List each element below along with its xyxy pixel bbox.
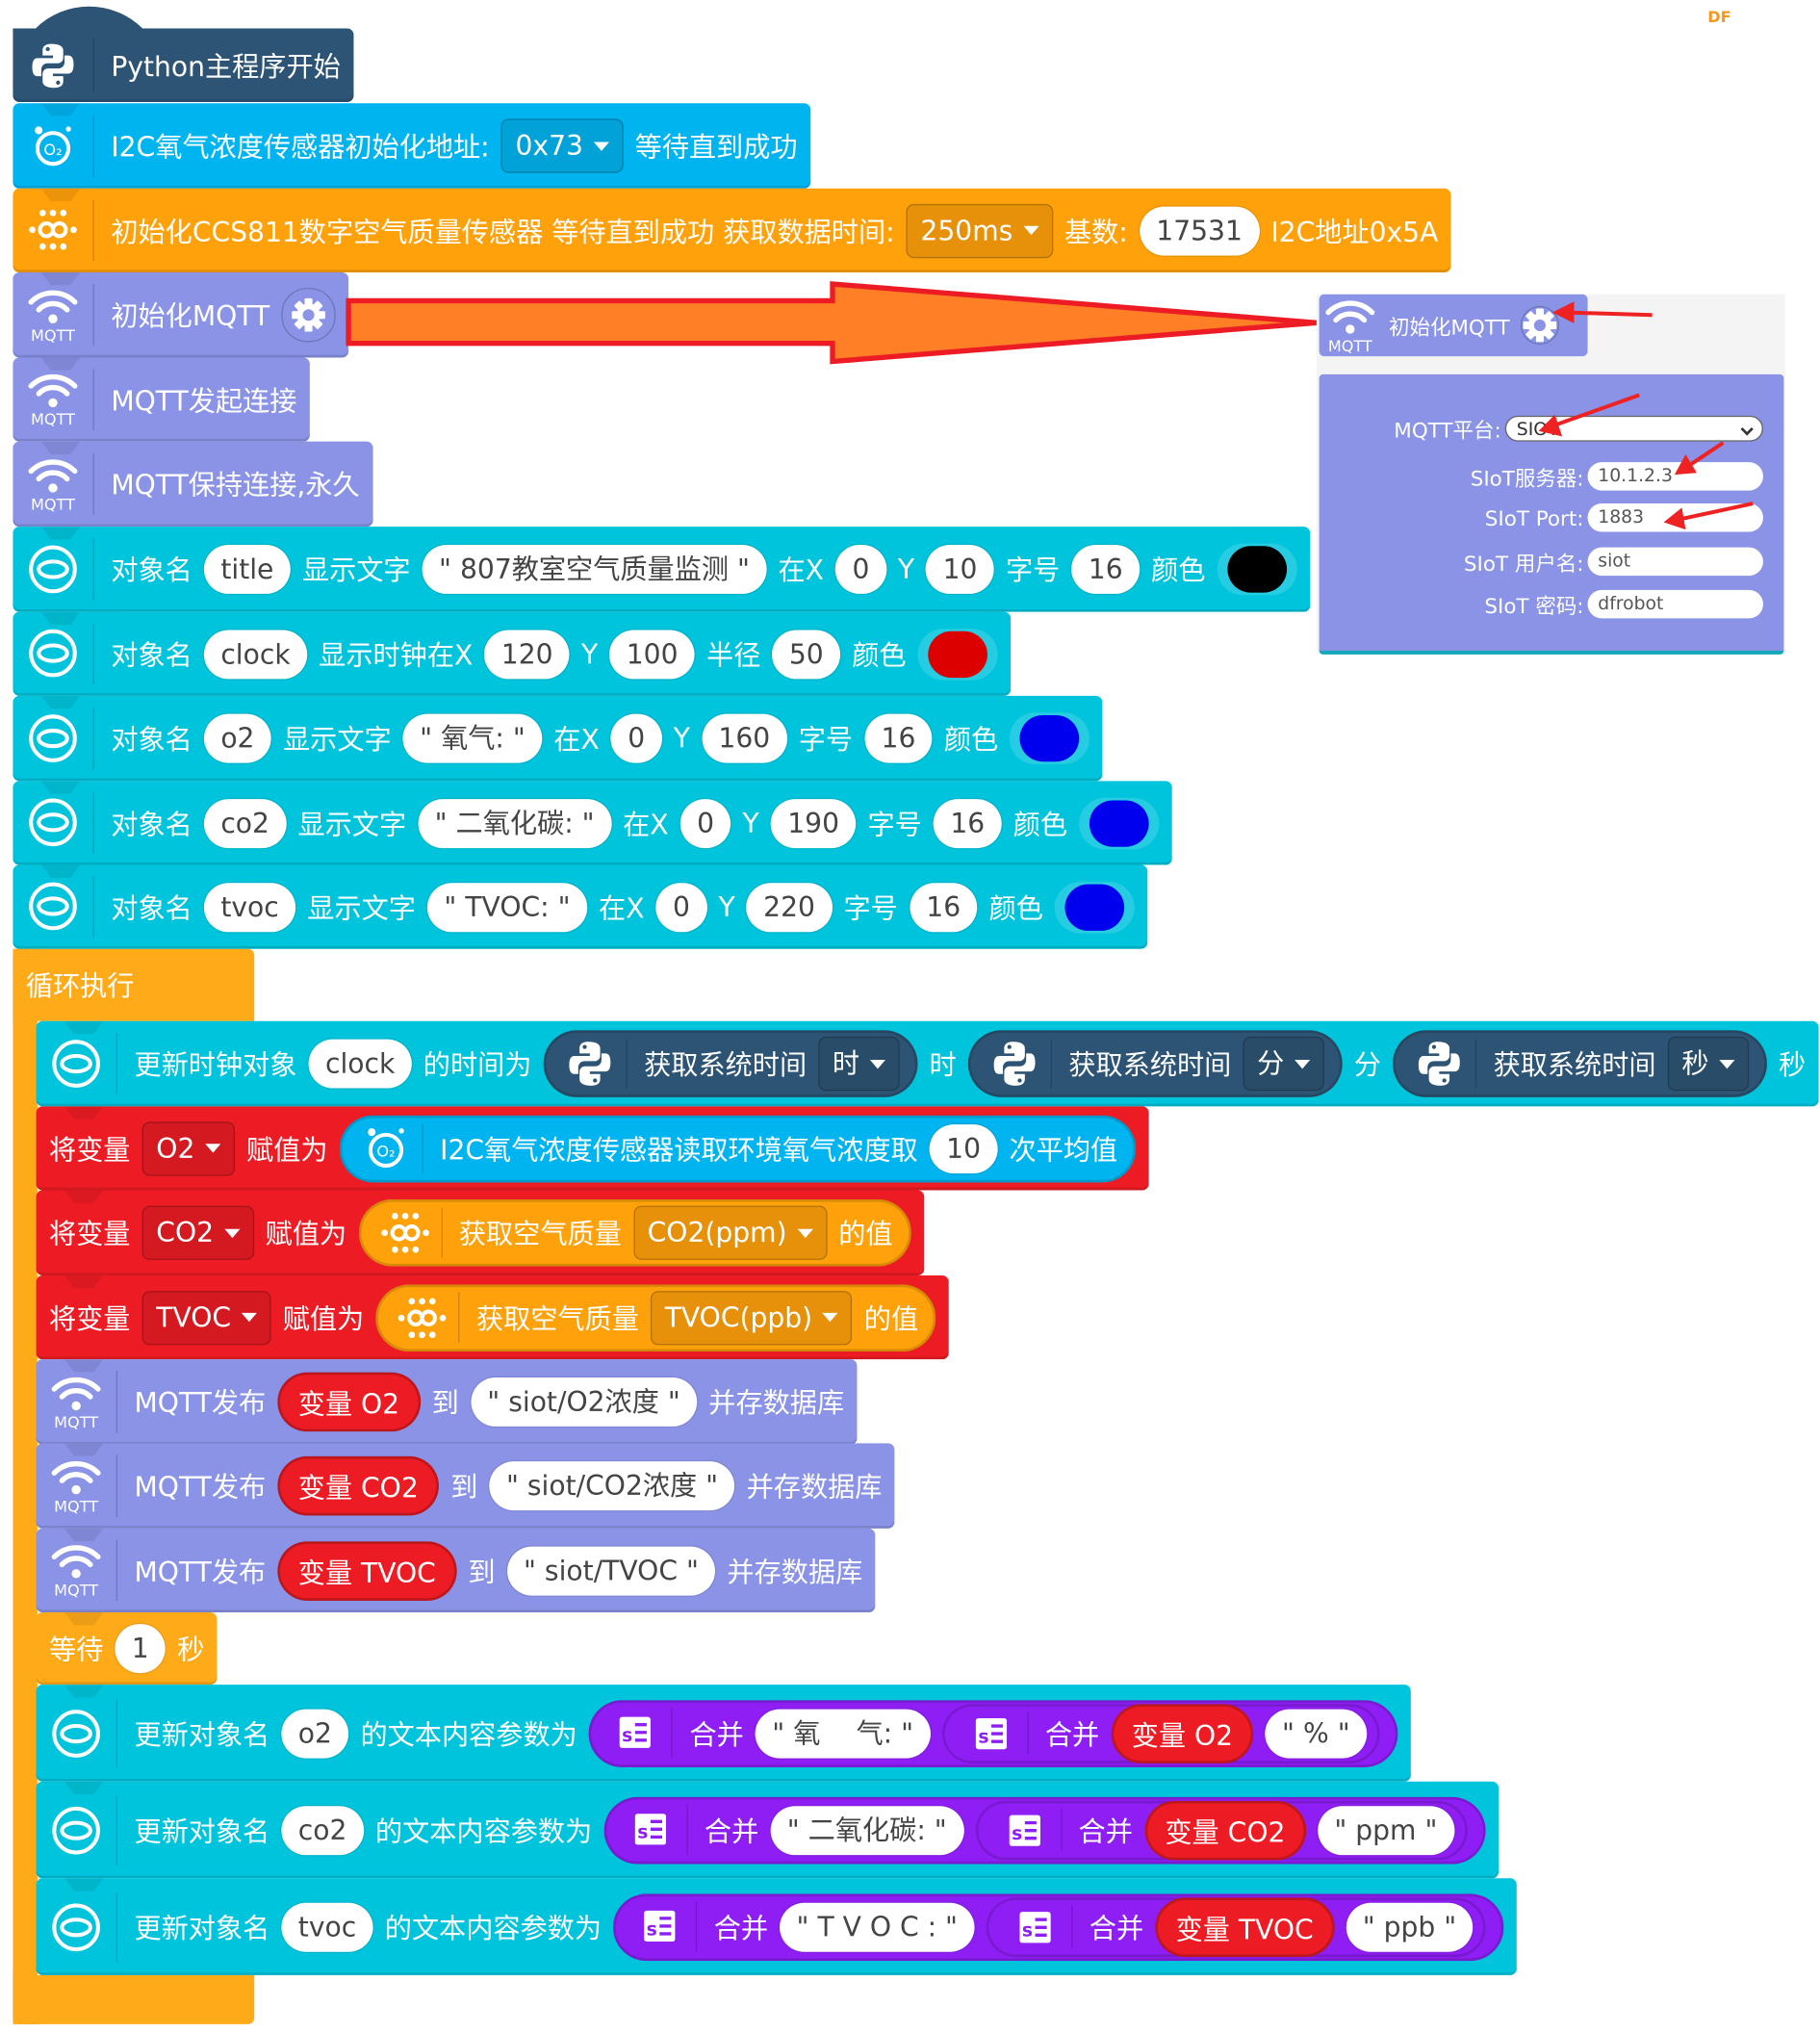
annotation-red-arrows <box>1538 301 1754 530</box>
annotation-arrow-shape <box>346 281 1318 365</box>
mqtt-settings-screenshot: MQTT 初始化MQTT MQTT平台: SIOT SIoT服务器: 10.1.2.… <box>1316 294 1785 655</box>
blocks-workspace: DF 循环执行 Python主程序开始 O₂ I2C氧气浓度传感器初始化地址: 0x7… <box>0 0 1820 2033</box>
